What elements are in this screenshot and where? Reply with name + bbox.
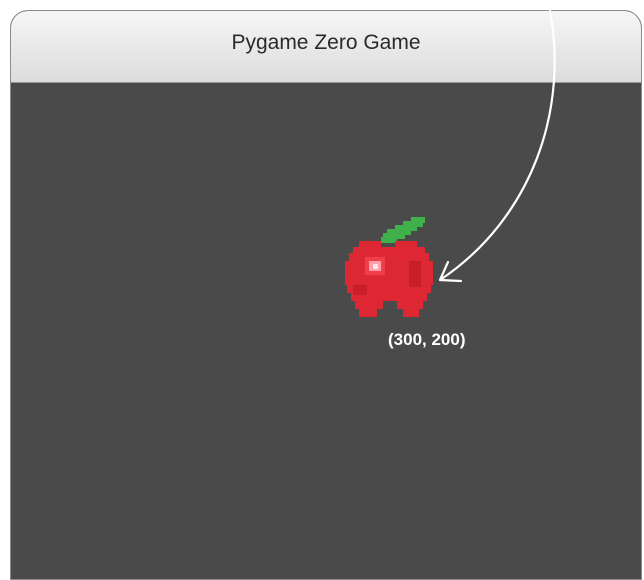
position-label: (300, 200) xyxy=(388,330,466,349)
apple-highlight xyxy=(365,257,385,275)
apple-leaf xyxy=(381,217,425,243)
apple-icon xyxy=(345,217,433,317)
window-title: Pygame Zero Game xyxy=(231,30,421,54)
game-canvas[interactable] xyxy=(11,83,641,579)
game-window: Pygame Zero Game xyxy=(10,10,642,580)
title-bar[interactable]: Pygame Zero Game xyxy=(11,11,641,83)
